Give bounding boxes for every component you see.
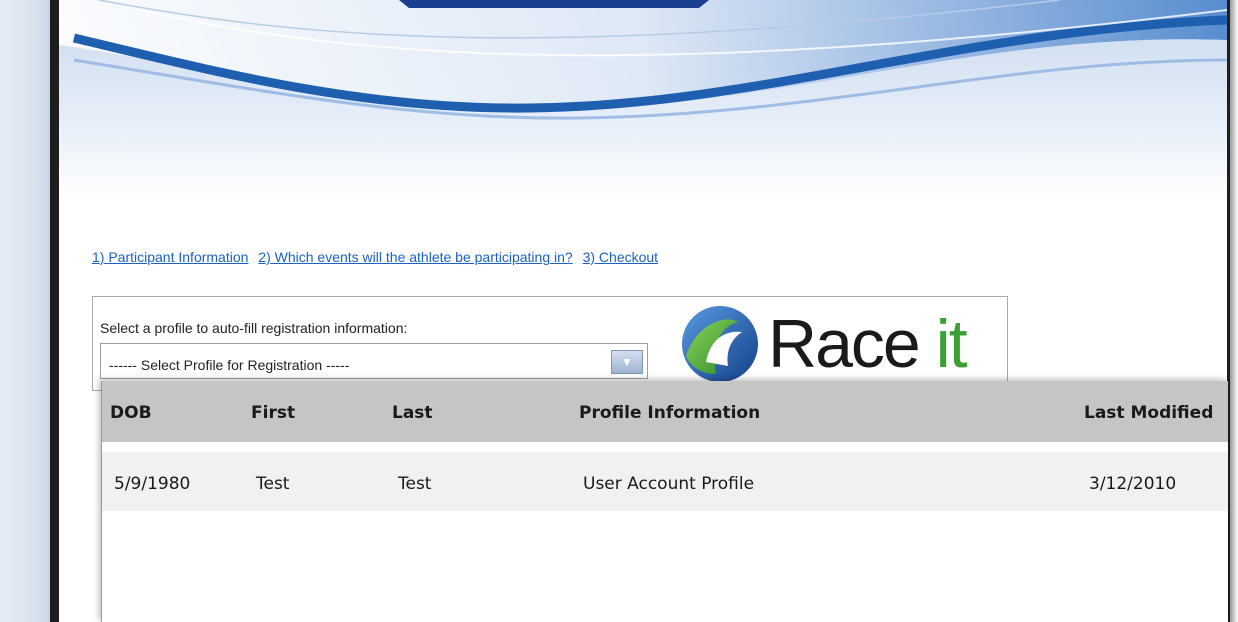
column-header-first[interactable]: First <box>251 403 295 423</box>
profile-select-dropdown[interactable]: ------ Select Profile for Registration -… <box>100 343 648 379</box>
banner-wave-graphic <box>59 0 1227 200</box>
window-shadow <box>1230 0 1238 622</box>
window-frame-left <box>50 0 59 622</box>
column-header-dob[interactable]: DOB <box>110 403 152 423</box>
chevron-down-icon[interactable]: ▼ <box>611 350 643 374</box>
profile-grid-header: DOB First Last Profile Information Last … <box>102 381 1228 442</box>
cell-dob: 5/9/1980 <box>114 474 191 494</box>
column-header-last[interactable]: Last <box>392 403 433 423</box>
logo-text-accent: it <box>935 306 968 382</box>
column-header-last-modified[interactable]: Last Modified <box>1084 403 1213 423</box>
header-banner <box>59 0 1227 200</box>
profile-grid: DOB First Last Profile Information Last … <box>101 381 1228 622</box>
logo-text-main: Race <box>768 306 936 382</box>
cell-last-modified: 3/12/2010 <box>1089 474 1177 494</box>
profile-select-value: ------ Select Profile for Registration -… <box>109 357 350 373</box>
cell-profile-information: User Account Profile <box>583 474 755 494</box>
column-header-profile-information[interactable]: Profile Information <box>579 403 760 423</box>
table-row[interactable]: 5/9/1980 Test Test User Account Profile … <box>102 452 1228 511</box>
step-checkout-link[interactable]: 3) Checkout <box>583 249 658 265</box>
profile-select-label: Select a profile to auto-fill registrati… <box>100 320 408 336</box>
cell-last: Test <box>398 474 432 494</box>
left-rail <box>0 0 50 622</box>
raceit-logo-text: Race it <box>768 306 968 382</box>
step-participant-information-link[interactable]: 1) Participant Information <box>92 249 248 265</box>
registration-steps: 1) Participant Information 2) Which even… <box>92 249 664 269</box>
step-events-link[interactable]: 2) Which events will the athlete be part… <box>258 249 572 265</box>
cell-first: Test <box>256 474 290 494</box>
